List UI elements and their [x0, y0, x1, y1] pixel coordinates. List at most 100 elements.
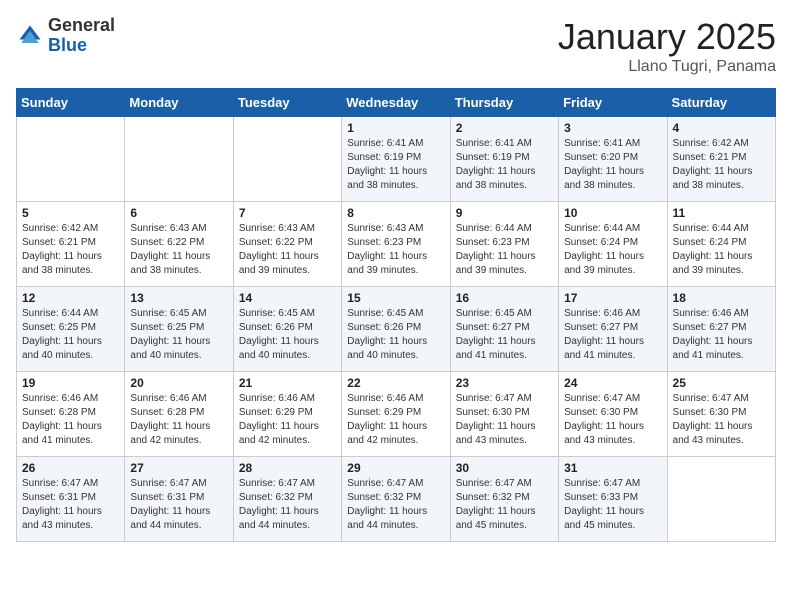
calendar-cell: 7 Sunrise: 6:43 AM Sunset: 6:22 PM Daylig… [233, 202, 341, 287]
calendar-cell: 31 Sunrise: 6:47 AM Sunset: 6:33 PM Dayli… [559, 457, 667, 542]
calendar-header: SundayMondayTuesdayWednesdayThursdayFrid… [17, 89, 776, 117]
day-number: 16 [456, 291, 553, 305]
calendar-week-row: 19 Sunrise: 6:46 AM Sunset: 6:28 PM Dayli… [17, 372, 776, 457]
calendar-cell: 20Sunrise: 6:46 AM Sunset: 6:28 PM Dayli… [125, 372, 233, 457]
day-number: 6 [130, 206, 227, 220]
calendar-cell: 27 Sunrise: 6:47 AM Sunset: 6:31 PM Dayli… [125, 457, 233, 542]
calendar-cell: 9 Sunrise: 6:44 AM Sunset: 6:23 PM Daylig… [450, 202, 558, 287]
calendar-cell: 19Sunrise: 6:46 AM Sunset: 6:28 PM Dayli… [17, 372, 125, 457]
day-number: 14 [239, 291, 336, 305]
calendar-cell: 6 Sunrise: 6:43 AM Sunset: 6:22 PM Daylig… [125, 202, 233, 287]
calendar-cell [17, 117, 125, 202]
calendar-table: SundayMondayTuesdayWednesdayThursdayFrid… [16, 88, 776, 542]
calendar-cell: 5 Sunrise: 6:42 AM Sunset: 6:21 PM Daylig… [17, 202, 125, 287]
day-info: Sunrise: 6:41 AM Sunset: 6:19 PM Dayligh… [456, 137, 553, 193]
logo-icon [16, 22, 44, 50]
calendar-cell: 22Sunrise: 6:46 AM Sunset: 6:29 PM Dayli… [342, 372, 450, 457]
calendar-cell: 8 Sunrise: 6:43 AM Sunset: 6:23 PM Daylig… [342, 202, 450, 287]
day-number: 5 [22, 206, 119, 220]
day-info: Sunrise: 6:45 AM Sunset: 6:26 PM Dayligh… [347, 307, 444, 363]
calendar-cell: 24 Sunrise: 6:47 AM Sunset: 6:30 PM Dayli… [559, 372, 667, 457]
header-day-monday: Monday [125, 89, 233, 117]
day-info: Sunrise: 6:43 AM Sunset: 6:22 PM Dayligh… [239, 222, 336, 278]
day-info: Sunrise: 6:47 AM Sunset: 6:30 PM Dayligh… [564, 392, 661, 448]
day-number: 26 [22, 461, 119, 475]
day-number: 23 [456, 376, 553, 390]
day-info: Sunrise: 6:43 AM Sunset: 6:23 PM Dayligh… [347, 222, 444, 278]
calendar-cell [667, 457, 775, 542]
day-info: Sunrise: 6:41 AM Sunset: 6:20 PM Dayligh… [564, 137, 661, 193]
calendar-cell: 13Sunrise: 6:45 AM Sunset: 6:25 PM Dayli… [125, 287, 233, 372]
day-number: 17 [564, 291, 661, 305]
day-info: Sunrise: 6:47 AM Sunset: 6:30 PM Dayligh… [673, 392, 770, 448]
day-number: 10 [564, 206, 661, 220]
calendar-cell: 3 Sunrise: 6:41 AM Sunset: 6:20 PM Daylig… [559, 117, 667, 202]
day-number: 18 [673, 291, 770, 305]
day-number: 8 [347, 206, 444, 220]
day-number: 30 [456, 461, 553, 475]
day-info: Sunrise: 6:44 AM Sunset: 6:24 PM Dayligh… [673, 222, 770, 278]
calendar-cell: 30 Sunrise: 6:47 AM Sunset: 6:32 PM Dayli… [450, 457, 558, 542]
day-info: Sunrise: 6:44 AM Sunset: 6:25 PM Dayligh… [22, 307, 119, 363]
day-number: 31 [564, 461, 661, 475]
calendar-cell: 16 Sunrise: 6:45 AM Sunset: 6:27 PM Dayli… [450, 287, 558, 372]
calendar-cell: 26 Sunrise: 6:47 AM Sunset: 6:31 PM Dayli… [17, 457, 125, 542]
day-number: 27 [130, 461, 227, 475]
calendar-cell: 25 Sunrise: 6:47 AM Sunset: 6:30 PM Dayli… [667, 372, 775, 457]
title-block: January 2025 Llano Tugri, Panama [558, 16, 776, 76]
calendar-cell [125, 117, 233, 202]
calendar-week-row: 5 Sunrise: 6:42 AM Sunset: 6:21 PM Daylig… [17, 202, 776, 287]
day-number: 9 [456, 206, 553, 220]
calendar-cell: 23 Sunrise: 6:47 AM Sunset: 6:30 PM Dayli… [450, 372, 558, 457]
day-info: Sunrise: 6:44 AM Sunset: 6:23 PM Dayligh… [456, 222, 553, 278]
day-info: Sunrise: 6:47 AM Sunset: 6:32 PM Dayligh… [239, 477, 336, 533]
calendar-cell: 15Sunrise: 6:45 AM Sunset: 6:26 PM Dayli… [342, 287, 450, 372]
day-number: 2 [456, 121, 553, 135]
day-number: 29 [347, 461, 444, 475]
day-info: Sunrise: 6:45 AM Sunset: 6:27 PM Dayligh… [456, 307, 553, 363]
day-number: 1 [347, 121, 444, 135]
day-number: 7 [239, 206, 336, 220]
day-number: 19 [22, 376, 119, 390]
day-number: 4 [673, 121, 770, 135]
day-info: Sunrise: 6:46 AM Sunset: 6:27 PM Dayligh… [564, 307, 661, 363]
day-info: Sunrise: 6:47 AM Sunset: 6:31 PM Dayligh… [22, 477, 119, 533]
day-info: Sunrise: 6:47 AM Sunset: 6:32 PM Dayligh… [347, 477, 444, 533]
logo-text: General Blue [48, 16, 115, 56]
day-number: 24 [564, 376, 661, 390]
day-info: Sunrise: 6:43 AM Sunset: 6:22 PM Dayligh… [130, 222, 227, 278]
calendar-cell: 4 Sunrise: 6:42 AM Sunset: 6:21 PM Daylig… [667, 117, 775, 202]
day-number: 25 [673, 376, 770, 390]
page-header: General Blue January 2025 Llano Tugri, P… [16, 16, 776, 76]
day-info: Sunrise: 6:47 AM Sunset: 6:31 PM Dayligh… [130, 477, 227, 533]
day-info: Sunrise: 6:42 AM Sunset: 6:21 PM Dayligh… [22, 222, 119, 278]
calendar-cell: 18Sunrise: 6:46 AM Sunset: 6:27 PM Dayli… [667, 287, 775, 372]
day-info: Sunrise: 6:47 AM Sunset: 6:30 PM Dayligh… [456, 392, 553, 448]
header-day-wednesday: Wednesday [342, 89, 450, 117]
day-info: Sunrise: 6:47 AM Sunset: 6:32 PM Dayligh… [456, 477, 553, 533]
calendar-cell: 21Sunrise: 6:46 AM Sunset: 6:29 PM Dayli… [233, 372, 341, 457]
day-number: 3 [564, 121, 661, 135]
day-info: Sunrise: 6:47 AM Sunset: 6:33 PM Dayligh… [564, 477, 661, 533]
calendar-cell: 11 Sunrise: 6:44 AM Sunset: 6:24 PM Dayli… [667, 202, 775, 287]
day-info: Sunrise: 6:42 AM Sunset: 6:21 PM Dayligh… [673, 137, 770, 193]
day-number: 13 [130, 291, 227, 305]
day-number: 11 [673, 206, 770, 220]
day-info: Sunrise: 6:46 AM Sunset: 6:29 PM Dayligh… [239, 392, 336, 448]
day-number: 22 [347, 376, 444, 390]
calendar-location: Llano Tugri, Panama [558, 58, 776, 76]
day-info: Sunrise: 6:46 AM Sunset: 6:28 PM Dayligh… [130, 392, 227, 448]
calendar-cell: 12Sunrise: 6:44 AM Sunset: 6:25 PM Dayli… [17, 287, 125, 372]
calendar-cell: 14 Sunrise: 6:45 AM Sunset: 6:26 PM Dayli… [233, 287, 341, 372]
day-number: 28 [239, 461, 336, 475]
logo-blue-text: Blue [48, 36, 115, 56]
calendar-week-row: 12Sunrise: 6:44 AM Sunset: 6:25 PM Dayli… [17, 287, 776, 372]
header-day-saturday: Saturday [667, 89, 775, 117]
logo: General Blue [16, 16, 115, 56]
calendar-title: January 2025 [558, 16, 776, 58]
calendar-cell: 2 Sunrise: 6:41 AM Sunset: 6:19 PM Daylig… [450, 117, 558, 202]
day-info: Sunrise: 6:44 AM Sunset: 6:24 PM Dayligh… [564, 222, 661, 278]
day-info: Sunrise: 6:45 AM Sunset: 6:26 PM Dayligh… [239, 307, 336, 363]
header-day-thursday: Thursday [450, 89, 558, 117]
calendar-cell [233, 117, 341, 202]
